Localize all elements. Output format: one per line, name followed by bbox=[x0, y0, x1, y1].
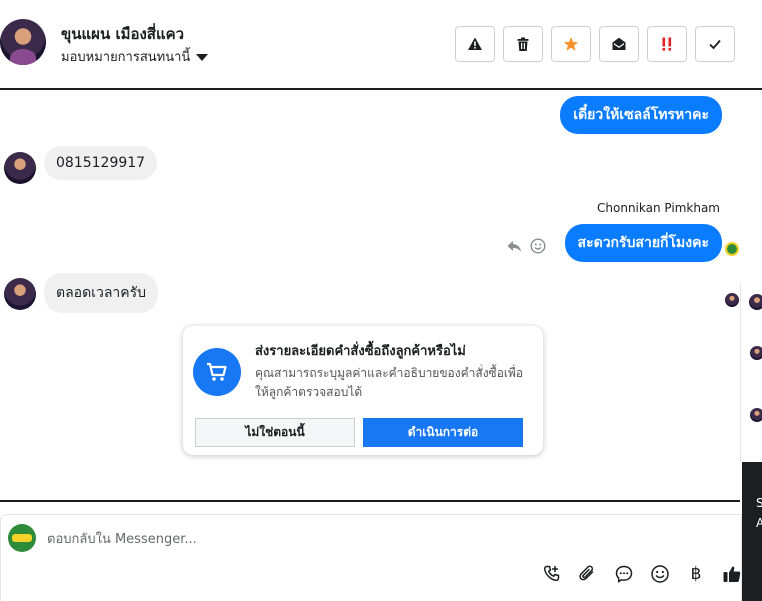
call-button[interactable] bbox=[541, 563, 563, 585]
customer-avatar bbox=[4, 152, 36, 184]
sender-name: Chonnikan Pimkham bbox=[597, 201, 720, 215]
side-avatar[interactable] bbox=[750, 346, 762, 360]
like-button[interactable] bbox=[721, 563, 743, 585]
contact-name[interactable]: ขุนแผน เมืองสี่แคว bbox=[61, 22, 184, 46]
star-button[interactable] bbox=[551, 26, 591, 62]
page-avatar bbox=[8, 524, 36, 552]
page-seen-avatar bbox=[725, 242, 739, 256]
check-icon bbox=[709, 39, 721, 50]
side-panel-text: A bbox=[756, 516, 762, 530]
message-tools bbox=[506, 238, 546, 254]
customer-avatar bbox=[4, 278, 36, 310]
saved-reply-button[interactable] bbox=[613, 563, 635, 585]
caret-down-icon bbox=[196, 53, 209, 61]
baht-icon[interactable]: ฿ bbox=[685, 563, 707, 585]
reply-input[interactable] bbox=[47, 529, 647, 549]
mark-urgent-button[interactable] bbox=[647, 26, 687, 62]
side-panel-clipped: S A bbox=[740, 284, 762, 601]
warning-icon bbox=[468, 37, 482, 50]
star-icon bbox=[563, 37, 579, 51]
message-bubble-outgoing[interactable]: สะดวกรับสายกี่โมงคะ bbox=[564, 224, 722, 262]
attach-button[interactable] bbox=[577, 563, 599, 585]
call-icon bbox=[543, 565, 560, 582]
trash-icon bbox=[517, 37, 529, 51]
conversation-actions bbox=[455, 26, 735, 62]
mark-spam-button[interactable] bbox=[455, 26, 495, 62]
message-bubble-outgoing[interactable]: เดี๋ยวให้เซลล์โทรหาคะ bbox=[560, 96, 722, 134]
order-suggestion-card: ส่งรายละเอียดคำสั่งซื้อถึงลูกค้าหรือไม่ … bbox=[183, 326, 543, 455]
delete-button[interactable] bbox=[503, 26, 543, 62]
message-bubble-incoming[interactable]: 0815129917 bbox=[44, 146, 158, 180]
composer-divider bbox=[0, 500, 740, 502]
emoji-button[interactable] bbox=[649, 563, 671, 585]
continue-button[interactable]: ดำเนินการต่อ bbox=[363, 418, 523, 447]
mark-unread-button[interactable] bbox=[599, 26, 639, 62]
contact-avatar[interactable] bbox=[0, 19, 46, 65]
side-panel-dark-card: S A bbox=[742, 462, 762, 601]
mark-done-button[interactable] bbox=[695, 26, 735, 62]
composer-toolbar: ฿ bbox=[541, 563, 743, 585]
message-bubble-incoming[interactable]: ตลอดเวลาครับ bbox=[44, 273, 159, 313]
assign-conversation-dropdown[interactable]: มอบหมายการสนทนานี้ bbox=[61, 46, 209, 67]
thumbs-up-icon bbox=[723, 566, 741, 582]
cart-badge bbox=[193, 348, 241, 396]
shopping-cart-icon bbox=[207, 362, 227, 381]
side-avatar[interactable] bbox=[749, 294, 762, 310]
order-card-title: ส่งรายละเอียดคำสั่งซื้อถึงลูกค้าหรือไม่ bbox=[255, 344, 466, 359]
mail-open-icon bbox=[612, 37, 626, 50]
customer-seen-avatar bbox=[725, 293, 739, 307]
side-panel-text: S bbox=[756, 496, 762, 510]
saved-reply-icon bbox=[615, 565, 633, 583]
react-emoji-icon[interactable] bbox=[530, 238, 546, 254]
not-now-button[interactable]: ไม่ใช่ตอนนี้ bbox=[195, 418, 355, 447]
attach-icon bbox=[579, 565, 594, 581]
side-avatar[interactable] bbox=[750, 408, 762, 422]
order-card-description: คุณสามารถระบุมูลค่าและคำอธิบายของคำสั่งซ… bbox=[255, 366, 524, 399]
assign-label: มอบหมายการสนทนานี้ bbox=[61, 50, 191, 65]
conversation-header: ขุนแผน เมืองสี่แคว มอบหมายการสนทนานี้ bbox=[0, 0, 762, 88]
side-panel-list bbox=[740, 284, 762, 462]
urgent-icon bbox=[662, 37, 672, 51]
emoji-icon bbox=[651, 565, 669, 583]
message-thread[interactable]: เดี๋ยวให้เซลล์โทรหาคะ 0815129917 Chonnik… bbox=[0, 90, 740, 500]
reply-composer: ฿ bbox=[0, 514, 742, 601]
reply-icon[interactable] bbox=[506, 238, 522, 254]
